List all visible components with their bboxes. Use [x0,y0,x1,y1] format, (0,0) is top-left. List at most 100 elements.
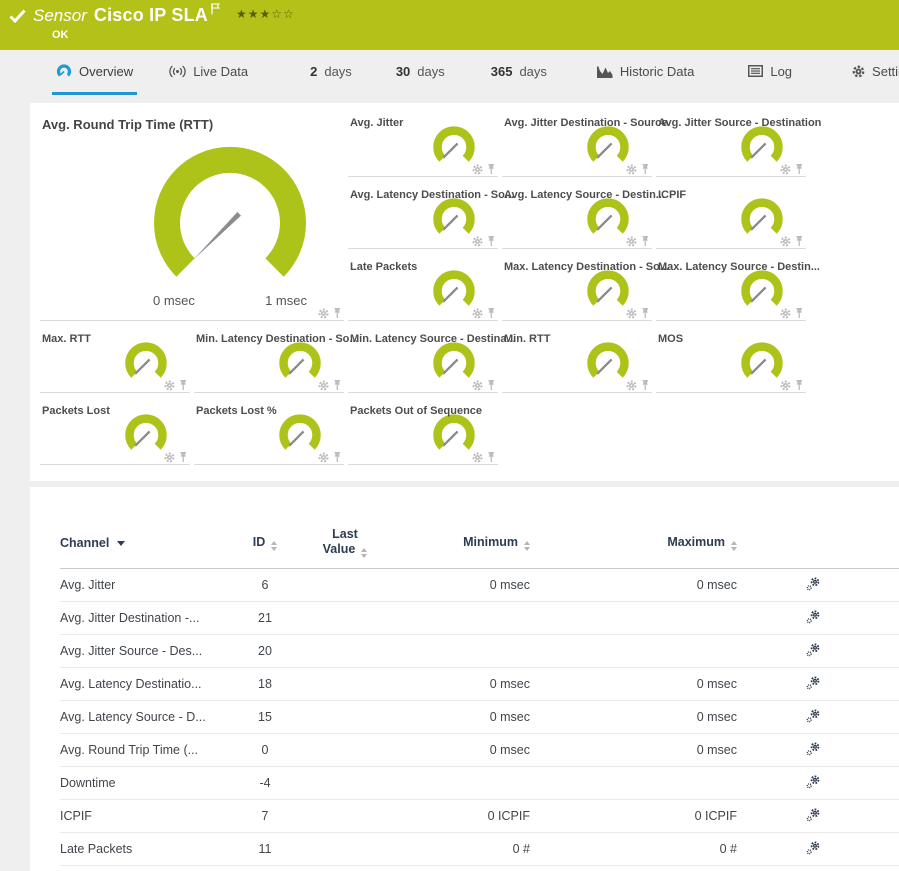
tab-settings[interactable]: Settings [848,50,899,95]
tab-365-days[interactable]: 365 days [487,50,551,95]
col-header-maximum[interactable]: Maximum [560,535,765,551]
flag-icon[interactable] [211,3,220,15]
channel-name[interactable]: Downtime [60,776,230,790]
tab-historic-data[interactable]: Historic Data [593,50,698,95]
mini-gauge [122,412,170,458]
gauge-pin-icon[interactable] [332,380,342,391]
channel-settings-gears-icon[interactable] [805,576,821,592]
gauge-pin-icon[interactable] [794,380,804,391]
status-ok-check-icon [9,9,26,23]
gauge-pin-icon[interactable] [178,380,188,391]
gauge-pin-icon[interactable] [794,164,804,175]
channel-name[interactable]: ICPIF [60,809,230,823]
tab-30-days[interactable]: 30 days [392,50,449,95]
channel-minimum: 0 msec [390,578,560,592]
gauge-pin-icon[interactable] [640,164,650,175]
channel-maximum: 0 msec [560,710,765,724]
gauge-settings-gear-icon[interactable] [472,236,483,247]
sort-icon [731,541,737,551]
channel-settings-gears-icon[interactable] [805,609,821,625]
table-row: Avg. Latency Source - D...150 msec0 msec [60,701,899,734]
gauge-pin-icon[interactable] [794,308,804,319]
gauge-settings-gear-icon[interactable] [626,380,637,391]
gauge-tile: Max. Latency Source - Destin... [656,249,806,321]
sensor-header: Sensor Cisco IP SLA ★★★☆☆ OK [0,0,899,50]
gauge-pin-icon[interactable] [332,308,342,319]
channel-settings-gears-icon[interactable] [805,807,821,823]
gauge-settings-gear-icon[interactable] [472,380,483,391]
gauge-title: Avg. Latency Source - Destin... [504,189,665,201]
channel-settings-gears-icon[interactable] [805,642,821,658]
priority-stars[interactable]: ★★★☆☆ [236,7,295,21]
gauge-settings-gear-icon[interactable] [164,452,175,463]
gauge-settings-gear-icon[interactable] [626,308,637,319]
channel-name[interactable]: Avg. Jitter Source - Des... [60,644,230,658]
gauge-settings-gear-icon[interactable] [626,236,637,247]
gauge-settings-gear-icon[interactable] [626,164,637,175]
tab-number: 30 [396,64,410,79]
table-row: Avg. Jitter60 msec0 msec [60,569,899,602]
channel-id: 11 [230,842,300,856]
col-header-last-value[interactable]: Last Value [300,527,390,559]
col-header-channel[interactable]: Channel [60,536,230,550]
channel-name[interactable]: Avg. Latency Source - D... [60,710,230,724]
gauge-settings-gear-icon[interactable] [164,380,175,391]
sort-icon [361,548,367,558]
tab-label: Historic Data [620,64,694,79]
gauge-pin-icon[interactable] [640,308,650,319]
channel-name[interactable]: Avg. Jitter [60,578,230,592]
gauge-tile-avg-rtt: Avg. Round Trip Time (RTT) 0 msec 1 msec [40,105,344,321]
settings-gear-icon [852,65,865,78]
gauge-pin-icon[interactable] [486,380,496,391]
channel-settings-gears-icon[interactable] [805,708,821,724]
channel-name[interactable]: Avg. Jitter Destination -... [60,611,230,625]
gauge-settings-gear-icon[interactable] [780,380,791,391]
gauge-pin-icon[interactable] [640,380,650,391]
tab-live-data[interactable]: Live Data [165,50,252,95]
gauge-settings-gear-icon[interactable] [318,308,329,319]
col-header-minimum[interactable]: Minimum [390,535,560,551]
gauge-settings-gear-icon[interactable] [472,452,483,463]
mini-gauge [430,124,478,170]
gauge-pin-icon[interactable] [486,236,496,247]
gauge-title: Late Packets [350,261,417,273]
channel-settings-gears-icon[interactable] [805,774,821,790]
sort-icon [524,541,530,551]
rtt-gauge [145,141,315,291]
tab-label: Overview [79,64,133,79]
channel-minimum: 0 msec [390,743,560,757]
gauge-settings-gear-icon[interactable] [780,308,791,319]
gauge-title: Packets Lost [42,405,110,417]
gauge-settings-gear-icon[interactable] [318,380,329,391]
channel-name[interactable]: Late Packets [60,842,230,856]
gauge-pin-icon[interactable] [486,452,496,463]
table-row: Downtime-4 [60,767,899,800]
gauge-pin-icon[interactable] [486,164,496,175]
tab-overview[interactable]: Overview [52,50,137,95]
channel-id: 15 [230,710,300,724]
gauge-settings-gear-icon[interactable] [472,308,483,319]
tab-2-days[interactable]: 2 days [306,50,356,95]
gauge-settings-gear-icon[interactable] [780,164,791,175]
channel-settings-gears-icon[interactable] [805,741,821,757]
tab-log[interactable]: Log [744,50,796,95]
channel-name[interactable]: Avg. Latency Destinatio... [60,677,230,691]
channel-maximum: 0 msec [560,677,765,691]
channel-settings-gears-icon[interactable] [805,840,821,856]
gauge-settings-gear-icon[interactable] [318,452,329,463]
gauge-settings-gear-icon[interactable] [780,236,791,247]
table-row: Avg. Latency Destinatio...180 msec0 msec [60,668,899,701]
gauge-pin-icon[interactable] [178,452,188,463]
sensor-title: Cisco IP SLA [94,5,208,26]
channel-name[interactable]: Avg. Round Trip Time (... [60,743,230,757]
gauge-pin-icon[interactable] [332,452,342,463]
channel-settings-gears-icon[interactable] [805,675,821,691]
gauge-pin-icon[interactable] [640,236,650,247]
gauge-title: Avg. Jitter Destination - Source [504,117,667,129]
gauge-settings-gear-icon[interactable] [472,164,483,175]
gauge-title: Avg. Round Trip Time (RTT) [42,117,213,132]
gauge-pin-icon[interactable] [486,308,496,319]
gauge-pin-icon[interactable] [794,236,804,247]
gauge-tile: Max. RTT [40,321,190,393]
col-header-id[interactable]: ID [230,535,300,551]
